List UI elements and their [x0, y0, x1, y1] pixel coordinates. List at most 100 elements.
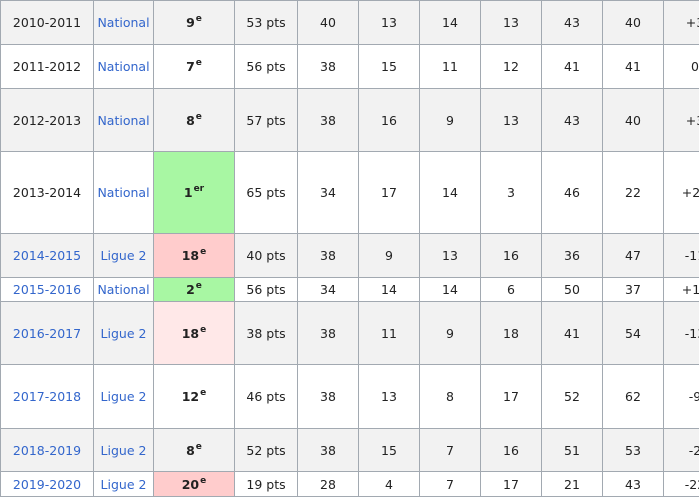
season-cell[interactable]: 2016-2017: [0, 301, 94, 365]
goal-difference-cell: +3: [663, 0, 699, 45]
division-link[interactable]: Ligue 2: [101, 326, 147, 341]
points-cell: 38 pts: [234, 301, 298, 365]
played-cell: 38: [297, 233, 359, 278]
played-cell: 38: [297, 301, 359, 365]
division-link[interactable]: National: [97, 185, 149, 200]
division-cell[interactable]: Ligue 2: [93, 301, 154, 365]
losses-cell: 13: [480, 88, 542, 152]
division-cell[interactable]: Ligue 2: [93, 233, 154, 278]
played-cell: 34: [297, 277, 359, 302]
rank-value: 1: [183, 185, 193, 200]
season-text: 2011-2012: [12, 59, 82, 74]
goals-for-cell: 41: [541, 44, 603, 89]
draws-cell: 11: [419, 44, 481, 89]
season-cell[interactable]: 2014-2015: [0, 233, 94, 278]
division-link[interactable]: National: [97, 282, 149, 297]
division-cell[interactable]: Ligue 2: [93, 364, 154, 429]
rank-value: 8: [186, 442, 195, 458]
losses-cell: 6: [480, 277, 542, 302]
season-text: 2012-2013: [12, 112, 82, 128]
goals-against-cell: 40: [602, 0, 664, 45]
points-cell: 40 pts: [234, 233, 298, 278]
table-row: 2017-2018 Ligue 2 12e 46 pts 38 13 8 17 …: [0, 364, 699, 429]
table-row: 2013-2014 National 1er 65 pts 34 17 14 3…: [0, 151, 699, 234]
losses-cell: 16: [480, 428, 542, 472]
division-cell[interactable]: Ligue 2: [93, 471, 154, 497]
season-cell[interactable]: 2019-2020: [0, 471, 94, 497]
division-cell[interactable]: Ligue 2: [93, 428, 154, 472]
division-link[interactable]: National: [97, 59, 149, 74]
rank-suffix: e: [200, 324, 207, 335]
points-cell: 19 pts: [234, 471, 298, 497]
rank-suffix: e: [200, 247, 207, 257]
table-row: 2014-2015 Ligue 2 18e 40 pts 38 9 13 16 …: [0, 233, 699, 278]
season-link[interactable]: 2018-2019: [13, 443, 81, 458]
losses-cell: 3: [480, 151, 542, 234]
table-row: 2010-2011 National 9e 53 pts 40 13 14 13…: [0, 0, 699, 45]
rank-cell: 9e: [153, 0, 235, 45]
rank-cell: 18e: [153, 301, 235, 365]
season-link[interactable]: 2014-2015: [13, 248, 81, 263]
season-link[interactable]: 2016-2017: [13, 326, 81, 341]
goals-against-cell: 37: [602, 277, 664, 302]
goals-for-cell: 43: [541, 0, 603, 45]
division-link[interactable]: National: [97, 113, 149, 128]
goals-against-cell: 22: [602, 151, 664, 234]
division-link[interactable]: Ligue 2: [101, 477, 147, 492]
rank-cell: 8e: [153, 428, 235, 472]
division-cell[interactable]: National: [93, 151, 154, 234]
rank-suffix: e: [195, 14, 202, 24]
wins-cell: 16: [358, 88, 420, 152]
division-cell[interactable]: National: [93, 88, 154, 152]
division-link[interactable]: Ligue 2: [101, 389, 147, 404]
played-cell: 38: [297, 428, 359, 472]
table-row: 2018-2019 Ligue 2 8e 52 pts 38 15 7 16 5…: [0, 428, 699, 472]
points-cell: 53 pts: [234, 0, 298, 45]
season-cell: 2010-2011: [0, 0, 94, 45]
losses-cell: 17: [480, 364, 542, 429]
draws-cell: 9: [419, 301, 481, 365]
played-cell: 34: [297, 151, 359, 234]
table-row: 2015-2016 National 2e 56 pts 34 14 14 6 …: [0, 277, 699, 302]
losses-cell: 16: [480, 233, 542, 278]
division-link[interactable]: Ligue 2: [101, 443, 147, 458]
division-cell[interactable]: National: [93, 44, 154, 89]
division-link[interactable]: Ligue 2: [101, 248, 147, 263]
season-link[interactable]: 2019-2020: [13, 477, 81, 492]
season-cell[interactable]: 2017-2018: [0, 364, 94, 429]
season-cell[interactable]: 2018-2019: [0, 428, 94, 472]
season-text: 2010-2011: [12, 15, 82, 30]
draws-cell: 9: [419, 88, 481, 152]
season-link[interactable]: 2015-2016: [13, 282, 81, 297]
rank-cell: 2e: [153, 277, 235, 302]
season-cell[interactable]: 2015-2016: [0, 277, 94, 302]
played-cell: 28: [297, 471, 359, 497]
goals-for-cell: 41: [541, 301, 603, 365]
points-cell: 57 pts: [234, 88, 298, 152]
rank-cell: 1er: [153, 151, 235, 234]
season-link[interactable]: 2017-2018: [13, 389, 81, 404]
table-row: 2012-2013 National 8e 57 pts 38 16 9 13 …: [0, 88, 699, 152]
wins-cell: 13: [358, 364, 420, 429]
division-cell[interactable]: National: [93, 277, 154, 302]
draws-cell: 8: [419, 364, 481, 429]
division-cell[interactable]: National: [93, 0, 154, 45]
division-link[interactable]: National: [97, 15, 149, 30]
goal-difference-cell: 0: [663, 44, 699, 89]
wins-cell: 9: [358, 233, 420, 278]
draws-cell: 7: [419, 471, 481, 497]
season-cell: 2013-2014: [0, 151, 94, 234]
rank-value: 12: [181, 389, 200, 404]
table-row: 2011-2012 National 7e 56 pts 38 15 11 12…: [0, 44, 699, 89]
goals-for-cell: 52: [541, 364, 603, 429]
rank-suffix: e: [195, 111, 202, 122]
wins-cell: 14: [358, 277, 420, 302]
wins-cell: 4: [358, 471, 420, 497]
rank-value: 18: [181, 248, 200, 263]
rank-value: 2: [186, 282, 195, 297]
table-row: 2019-2020 Ligue 2 20e 19 pts 28 4 7 17 2…: [0, 471, 699, 497]
draws-cell: 14: [419, 0, 481, 45]
losses-cell: 13: [480, 0, 542, 45]
rank-value: 7: [186, 59, 195, 74]
goals-against-cell: 43: [602, 471, 664, 497]
